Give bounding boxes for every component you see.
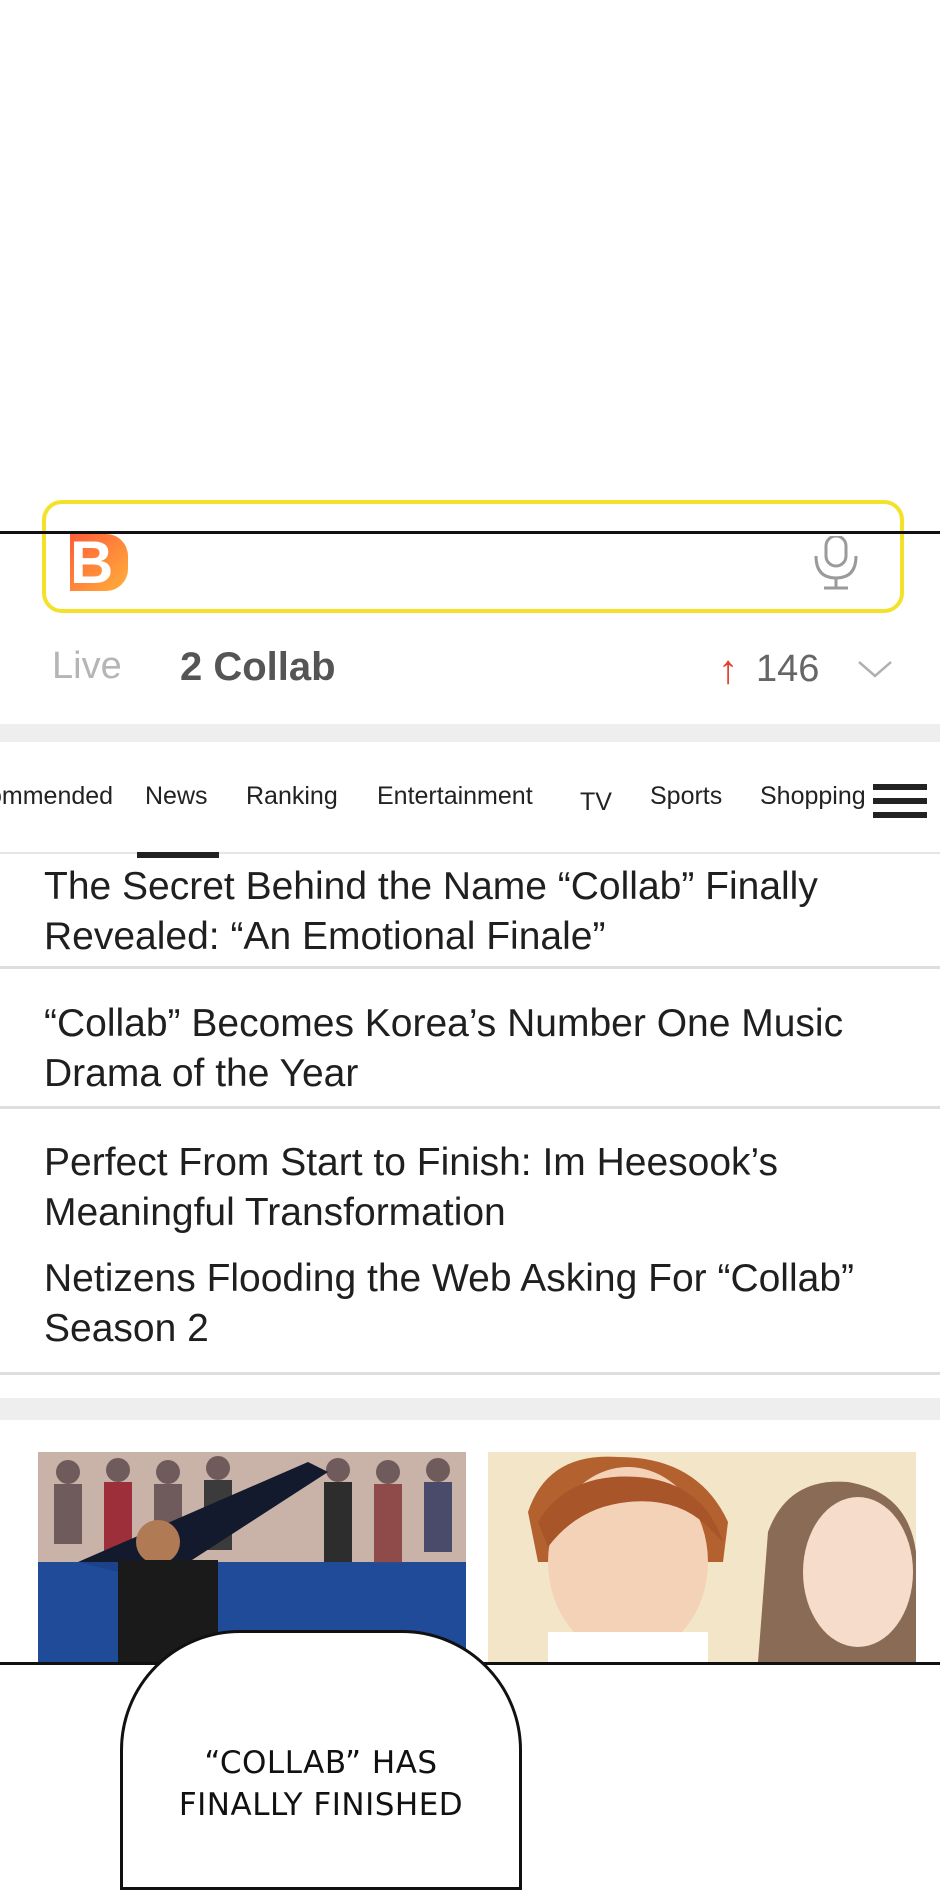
headline-line: Netizens Flooding the Web Asking For “Co… <box>44 1257 854 1300</box>
headline-line: Season 2 <box>44 1307 209 1350</box>
section-separator <box>0 724 940 742</box>
section-separator <box>0 1398 940 1420</box>
tab-recommended[interactable]: ommended <box>0 782 113 811</box>
headline-line: Meaningful Transformation <box>44 1191 506 1234</box>
category-tabbar: ommended News Ranking Entertainment TV S… <box>0 742 940 854</box>
search-bar[interactable] <box>42 500 904 613</box>
speech-bubble-text: “COLLAB” HAS FINALLY FINISHED <box>120 1742 522 1826</box>
news-headline[interactable]: “Collab” Becomes Korea’s Number One Musi… <box>0 999 940 1099</box>
characters-illustration <box>488 1452 916 1662</box>
headline-line: The Secret Behind the Name “Collab” Fina… <box>44 865 818 908</box>
trend-count: 146 <box>756 648 820 690</box>
divider <box>0 1106 940 1109</box>
trend-up-icon: ↑ <box>718 648 738 692</box>
headline-line: Revealed: “An Emotional Finale” <box>44 915 606 958</box>
speech-line: “COLLAB” HAS <box>204 1745 438 1781</box>
active-tab-indicator <box>137 852 219 858</box>
tab-news[interactable]: News <box>145 782 208 811</box>
speech-line: FINALLY FINISHED <box>178 1787 464 1823</box>
divider <box>0 966 940 969</box>
tab-sports[interactable]: Sports <box>650 782 722 811</box>
microphone-icon[interactable] <box>808 536 864 592</box>
tab-ranking[interactable]: Ranking <box>246 782 338 811</box>
headline-line: Perfect From Start to Finish: Im Heesook… <box>44 1141 779 1184</box>
trending-keyword[interactable]: 2 Collab <box>180 645 336 690</box>
divider <box>0 1372 940 1375</box>
news-headline[interactable]: Netizens Flooding the Web Asking For “Co… <box>0 1254 940 1354</box>
tab-entertainment[interactable]: Entertainment <box>377 782 533 811</box>
logo-letter: B <box>70 534 114 591</box>
tab-shopping[interactable]: Shopping <box>760 782 866 811</box>
app-logo: B <box>70 534 128 591</box>
headline-line: Drama of the Year <box>44 1052 359 1095</box>
hamburger-menu-icon[interactable] <box>873 784 927 818</box>
video-thumbnail-characters[interactable] <box>488 1452 916 1662</box>
chevron-down-icon[interactable] <box>855 654 895 684</box>
panel-top-border <box>0 531 940 534</box>
live-label: Live <box>52 645 122 687</box>
headline-line: “Collab” Becomes Korea’s Number One Musi… <box>44 1002 844 1045</box>
comic-panel-background <box>0 0 940 531</box>
news-headline[interactable]: The Secret Behind the Name “Collab” Fina… <box>0 862 940 962</box>
tab-tv[interactable]: TV <box>580 788 612 817</box>
news-headline[interactable]: Perfect From Start to Finish: Im Heesook… <box>0 1138 940 1238</box>
